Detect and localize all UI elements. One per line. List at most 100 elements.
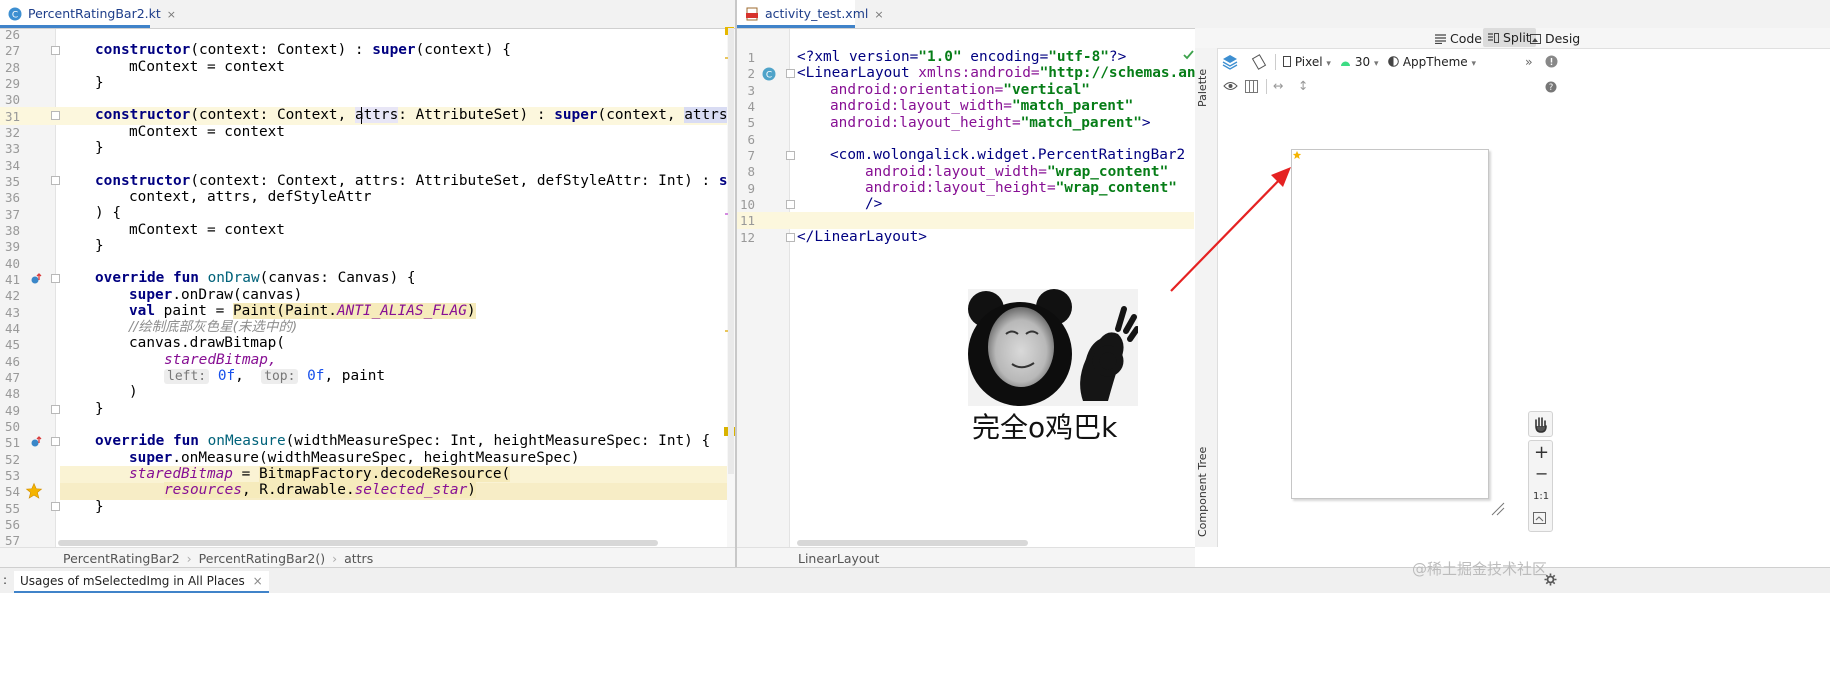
close-icon[interactable]: × xyxy=(253,574,263,588)
meme-image xyxy=(968,289,1140,406)
line-number: 6 xyxy=(747,131,755,147)
line-number: 37 xyxy=(4,206,20,222)
fold-marker[interactable] xyxy=(786,151,795,160)
xml-line-12: </LinearLayout> xyxy=(797,229,927,245)
fold-marker[interactable] xyxy=(786,233,795,242)
fold-marker[interactable] xyxy=(51,46,60,55)
breadcrumb-class[interactable]: PercentRatingBar2 xyxy=(63,551,180,566)
line-number: 11 xyxy=(739,213,755,229)
line-number: 39 xyxy=(4,239,20,255)
xml-file-icon xyxy=(746,7,758,21)
component-tree-label[interactable]: Component Tree xyxy=(1196,445,1209,537)
code-line-54: resources, R.drawable.selected_star) xyxy=(164,482,476,498)
zoom-in-button[interactable]: + xyxy=(1534,442,1549,463)
breadcrumb-param[interactable]: attrs xyxy=(344,551,373,566)
more-actions-icon[interactable]: » xyxy=(1525,54,1533,69)
left-hscrollbar-thumb[interactable] xyxy=(58,540,658,546)
line-number: 9 xyxy=(747,180,755,196)
panda-face-illustration xyxy=(968,289,1140,406)
right-hscrollbar-thumb[interactable] xyxy=(797,540,1028,546)
fold-marker[interactable] xyxy=(786,69,795,78)
class-reference-icon[interactable]: C xyxy=(762,67,776,81)
line-number: 7 xyxy=(747,147,755,163)
code-view-icon xyxy=(1435,34,1446,45)
close-icon[interactable]: × xyxy=(874,8,883,21)
star-icon[interactable] xyxy=(1292,150,1302,160)
eye-icon[interactable] xyxy=(1223,80,1238,92)
current-line-highlight xyxy=(737,212,1194,229)
fold-marker[interactable] xyxy=(51,437,60,446)
code-line-39: } xyxy=(95,238,104,254)
line-number: 32 xyxy=(4,124,20,140)
fold-marker[interactable] xyxy=(51,405,60,414)
split-view-icon xyxy=(1488,33,1499,43)
fold-marker[interactable] xyxy=(786,200,795,209)
svg-text:?: ? xyxy=(1549,83,1554,93)
code-line-47: left: 0f, top: 0f, paint xyxy=(164,367,385,386)
code-line-37: ) { xyxy=(95,205,121,221)
warning-icon[interactable] xyxy=(1545,55,1558,68)
theme-selector[interactable]: AppTheme ▾ xyxy=(1388,55,1476,69)
line-number: 52 xyxy=(4,451,20,467)
design-view-button[interactable]: Desig xyxy=(1530,31,1580,46)
line-number: 50 xyxy=(4,418,20,434)
resize-handle-icon[interactable] xyxy=(1490,501,1506,517)
line-number: 53 xyxy=(4,467,20,483)
line-number: 56 xyxy=(4,516,20,532)
line-number: 30 xyxy=(4,92,20,108)
line-number: 10 xyxy=(739,196,755,212)
svg-text:C: C xyxy=(12,11,18,21)
code-line-36: context, attrs, defStyleAttr xyxy=(129,189,372,205)
line-number: 54 xyxy=(4,484,20,500)
override-icon[interactable] xyxy=(30,273,42,285)
fold-marker[interactable] xyxy=(51,502,60,511)
param-hint-left: left: xyxy=(164,369,210,384)
right-tab-bar: activity_test.xml × xyxy=(737,0,1830,29)
line-number: 48 xyxy=(4,386,20,402)
android-icon xyxy=(1341,61,1350,66)
fold-marker[interactable] xyxy=(51,111,60,120)
split-view-button[interactable]: Split xyxy=(1483,28,1536,47)
line-number: 46 xyxy=(4,353,20,369)
toolbar-sep xyxy=(1266,79,1267,94)
tab-activity-test-xml[interactable]: activity_test.xml × xyxy=(737,0,884,28)
vertical-resize-icon[interactable]: ↕ xyxy=(1298,78,1308,93)
line-number: 12 xyxy=(739,229,755,245)
zoom-one-to-one-button[interactable]: 1:1 xyxy=(1533,491,1549,502)
line-number: 49 xyxy=(4,402,20,418)
usages-tab[interactable]: Usages of mSelectedImg in All Places × xyxy=(14,571,269,593)
device-preview[interactable] xyxy=(1291,149,1489,499)
help-icon[interactable]: ? xyxy=(1545,81,1557,93)
horizontal-resize-icon[interactable]: ↔ xyxy=(1273,78,1283,93)
pan-button[interactable] xyxy=(1528,411,1553,437)
palette-label[interactable]: Palette xyxy=(1196,62,1209,107)
override-icon[interactable] xyxy=(30,436,42,448)
zoom-to-fit-icon[interactable] xyxy=(1533,512,1546,524)
orientation-icon[interactable] xyxy=(1251,54,1267,70)
right-breadcrumb[interactable]: LinearLayout xyxy=(798,551,879,566)
phone-icon xyxy=(1283,56,1291,67)
close-icon[interactable]: × xyxy=(167,8,176,21)
code-line-28: mContext = context xyxy=(129,59,285,75)
line-number: 35 xyxy=(4,173,20,189)
device-selector[interactable]: Pixel ▾ xyxy=(1283,55,1331,69)
layers-icon[interactable] xyxy=(1222,54,1238,70)
fold-marker[interactable] xyxy=(51,176,60,185)
star-resource-icon[interactable] xyxy=(25,482,43,500)
tab-percentratingbar2-kt[interactable]: C PercentRatingBar2.kt × xyxy=(0,0,176,28)
line-number: 34 xyxy=(4,157,20,173)
fold-marker[interactable] xyxy=(51,274,60,283)
code-view-button[interactable]: Code xyxy=(1435,31,1482,46)
zoom-out-button[interactable]: − xyxy=(1535,464,1548,483)
tab-title: activity_test.xml xyxy=(765,6,869,21)
api-selector[interactable]: 30 ▾ xyxy=(1340,55,1378,69)
gear-icon[interactable] xyxy=(1544,573,1557,586)
blueprint-icon[interactable] xyxy=(1245,80,1258,93)
line-number: 29 xyxy=(4,75,20,91)
line-number: 40 xyxy=(4,255,20,271)
line-number: 36 xyxy=(4,190,20,206)
line-number: 38 xyxy=(4,222,20,238)
breadcrumb-constructor[interactable]: PercentRatingBar2() xyxy=(199,551,325,566)
code-line-29: } xyxy=(95,75,104,91)
code-line-33: } xyxy=(95,140,104,156)
